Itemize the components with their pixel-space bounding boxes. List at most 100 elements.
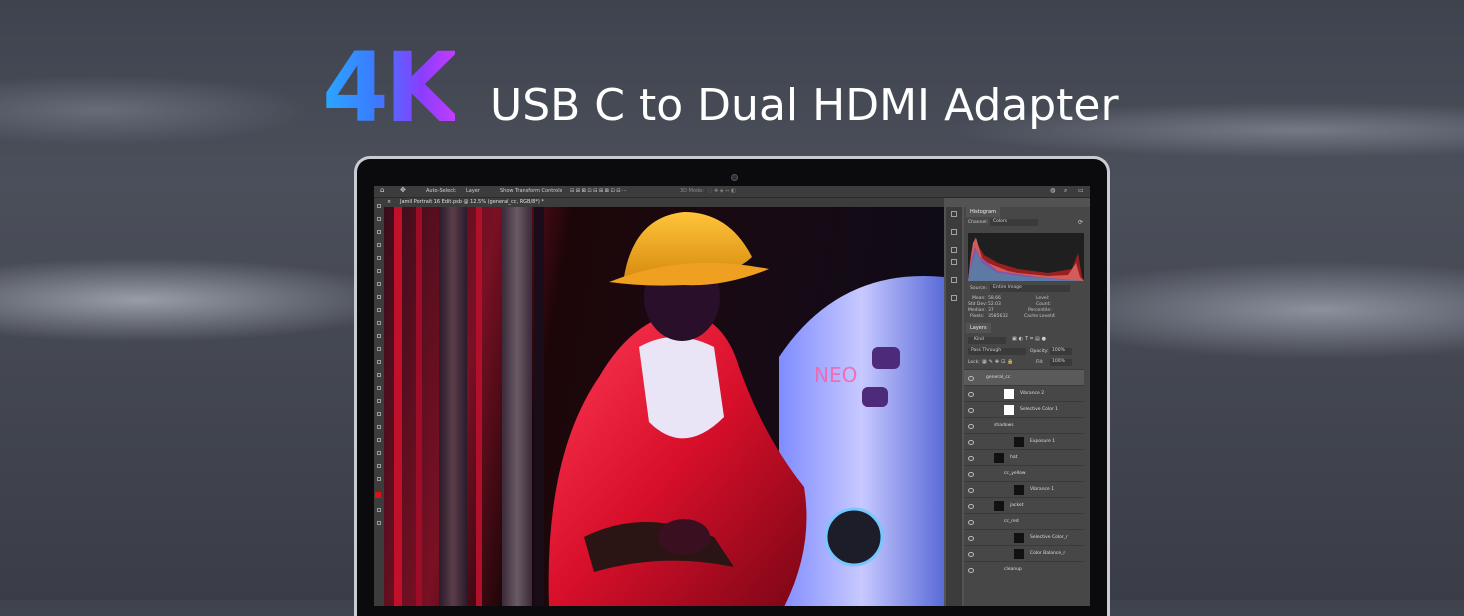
align-icons[interactable]: ⊟ ⊞ ⊠ ⊡ ⊟ ⊞ ⊠ ⊡ ⊟ ⋯ [570, 188, 627, 194]
fill-input[interactable]: 100% [1050, 359, 1072, 366]
quick-mask-icon[interactable] [377, 508, 381, 512]
mask-thumbnail [1004, 389, 1014, 399]
document-tab[interactable]: × Jamil Portrait 16 Edit.psb @ 12.5% (ge… [384, 198, 944, 207]
screen-mode-icon[interactable] [377, 521, 381, 525]
type-tool-icon[interactable] [377, 412, 381, 416]
history-brush-icon[interactable] [377, 334, 381, 338]
eye-icon[interactable] [968, 552, 974, 557]
crop-tool-icon[interactable] [377, 256, 381, 260]
stamp-tool-icon[interactable] [377, 321, 381, 325]
histogram-graph [968, 233, 1084, 281]
marquee-tool-icon[interactable] [377, 217, 381, 221]
close-tab-icon[interactable]: × [387, 199, 391, 205]
count-label: Count: [1036, 302, 1051, 307]
quick-select-tool-icon[interactable] [377, 243, 381, 247]
mask-thumbnail [1014, 533, 1024, 543]
brush-settings-icon[interactable] [951, 247, 957, 253]
foreground-color-swatch[interactable] [375, 492, 381, 498]
channel-select[interactable]: Colors [990, 219, 1038, 226]
eraser-tool-icon[interactable] [377, 347, 381, 351]
pen-tool-icon[interactable] [377, 399, 381, 403]
layer-row[interactable]: Color Balance_r [964, 545, 1084, 562]
blur-tool-icon[interactable] [377, 373, 381, 377]
play-icon[interactable] [951, 211, 957, 217]
layer-row[interactable]: cc_red [964, 513, 1084, 530]
layer-row[interactable]: jacket [964, 497, 1084, 514]
layer-row[interactable]: Vibrance 2 [964, 385, 1084, 402]
histogram-tab[interactable]: Histogram [966, 207, 1000, 217]
settings-icon[interactable] [951, 229, 957, 235]
layer-filter-icons[interactable]: ▣◐T⌗▤● [1012, 336, 1048, 342]
layer-row[interactable]: cleanup [964, 561, 1084, 578]
brush-tool-icon[interactable] [377, 308, 381, 312]
median-value: 37 [988, 308, 994, 313]
paragraph-icon[interactable] [951, 277, 957, 283]
layer-row[interactable]: general_cc [964, 369, 1084, 386]
refresh-icon[interactable]: ⟳ [1078, 219, 1083, 226]
hand-tool-icon[interactable] [377, 451, 381, 455]
cache-level-value: 4 [1052, 314, 1055, 319]
level-label: Level: [1036, 296, 1050, 301]
lock-icons[interactable]: ▦✎✥⊡🔒 [982, 359, 1016, 365]
percentile-label: Percentile: [1028, 308, 1052, 313]
layer-row[interactable]: shadows [964, 417, 1084, 434]
image-canvas[interactable]: NEO [384, 207, 944, 606]
opacity-input[interactable]: 100% [1050, 348, 1072, 355]
eye-icon[interactable] [968, 568, 974, 573]
source-select[interactable]: Entire Image [990, 285, 1070, 292]
white-hoodie [639, 337, 724, 439]
move-tool-icon[interactable]: ✥ [400, 186, 406, 194]
dodge-tool-icon[interactable] [377, 386, 381, 390]
eye-icon[interactable] [968, 424, 974, 429]
layer-name: Vibrance 2 [1020, 391, 1045, 396]
layer-row[interactable]: Selective Color_r [964, 529, 1084, 546]
mask-thumbnail [994, 501, 1004, 511]
eyedropper-tool-icon[interactable] [377, 282, 381, 286]
move-tool-icon[interactable] [377, 204, 381, 208]
adjust-icon[interactable] [951, 259, 957, 265]
eye-icon[interactable] [968, 440, 974, 445]
layer-row[interactable]: hat [964, 449, 1084, 466]
eye-icon[interactable] [968, 504, 974, 509]
home-icon[interactable]: ⌂ [380, 186, 384, 194]
std-value: 52.03 [988, 302, 1001, 307]
user-icon[interactable]: ◍ [1050, 187, 1055, 194]
zoom-tool-icon[interactable] [377, 464, 381, 468]
layer-dropdown[interactable]: Layer [466, 188, 480, 194]
eye-icon[interactable] [968, 520, 974, 525]
character-icon[interactable] [951, 295, 957, 301]
shape-tool-icon[interactable] [377, 438, 381, 442]
layer-row[interactable]: Selective Color 1 [964, 401, 1084, 418]
eye-icon[interactable] [968, 408, 974, 413]
layer-row[interactable]: cc_yellow [964, 465, 1084, 482]
blend-mode-select[interactable]: Pass Through [968, 348, 1026, 355]
layer-row[interactable]: Vibrance 1 [964, 481, 1084, 498]
pixels-label: Pixels: [970, 314, 985, 319]
layers-tab[interactable]: Layers [966, 323, 991, 333]
layer-row[interactable]: Exposure 1 [964, 433, 1084, 450]
fill-label: Fill: [1036, 360, 1044, 365]
eye-icon[interactable] [968, 488, 974, 493]
eye-icon[interactable] [968, 536, 974, 541]
gradient-tool-icon[interactable] [377, 360, 381, 364]
eye-icon[interactable] [968, 376, 974, 381]
panel-icon-strip [946, 207, 962, 606]
layer-filter-select[interactable]: Kind [968, 337, 1006, 344]
healing-tool-icon[interactable] [377, 295, 381, 299]
auto-select-label[interactable]: Auto-Select: [426, 188, 457, 194]
mask-thumbnail [1014, 549, 1024, 559]
frame-tool-icon[interactable] [377, 269, 381, 273]
mask-thumbnail [994, 453, 1004, 463]
badge-4k: 4K [322, 32, 459, 144]
transform-controls-checkbox[interactable]: Show Transform Controls [500, 188, 562, 194]
more-tools-icon[interactable] [377, 477, 381, 481]
path-select-icon[interactable] [377, 425, 381, 429]
document-title: Jamil Portrait 16 Edit.psb @ 12.5% (gene… [400, 199, 544, 205]
search-icon[interactable]: ⌕ [1064, 187, 1067, 195]
eye-icon[interactable] [968, 456, 974, 461]
workspace-icon[interactable]: ▭ [1078, 187, 1084, 194]
lasso-tool-icon[interactable] [377, 230, 381, 234]
eye-icon[interactable] [968, 472, 974, 477]
laptop-screen: ⌂ ✥ Auto-Select: Layer Show Transform Co… [374, 186, 1090, 606]
eye-icon[interactable] [968, 392, 974, 397]
